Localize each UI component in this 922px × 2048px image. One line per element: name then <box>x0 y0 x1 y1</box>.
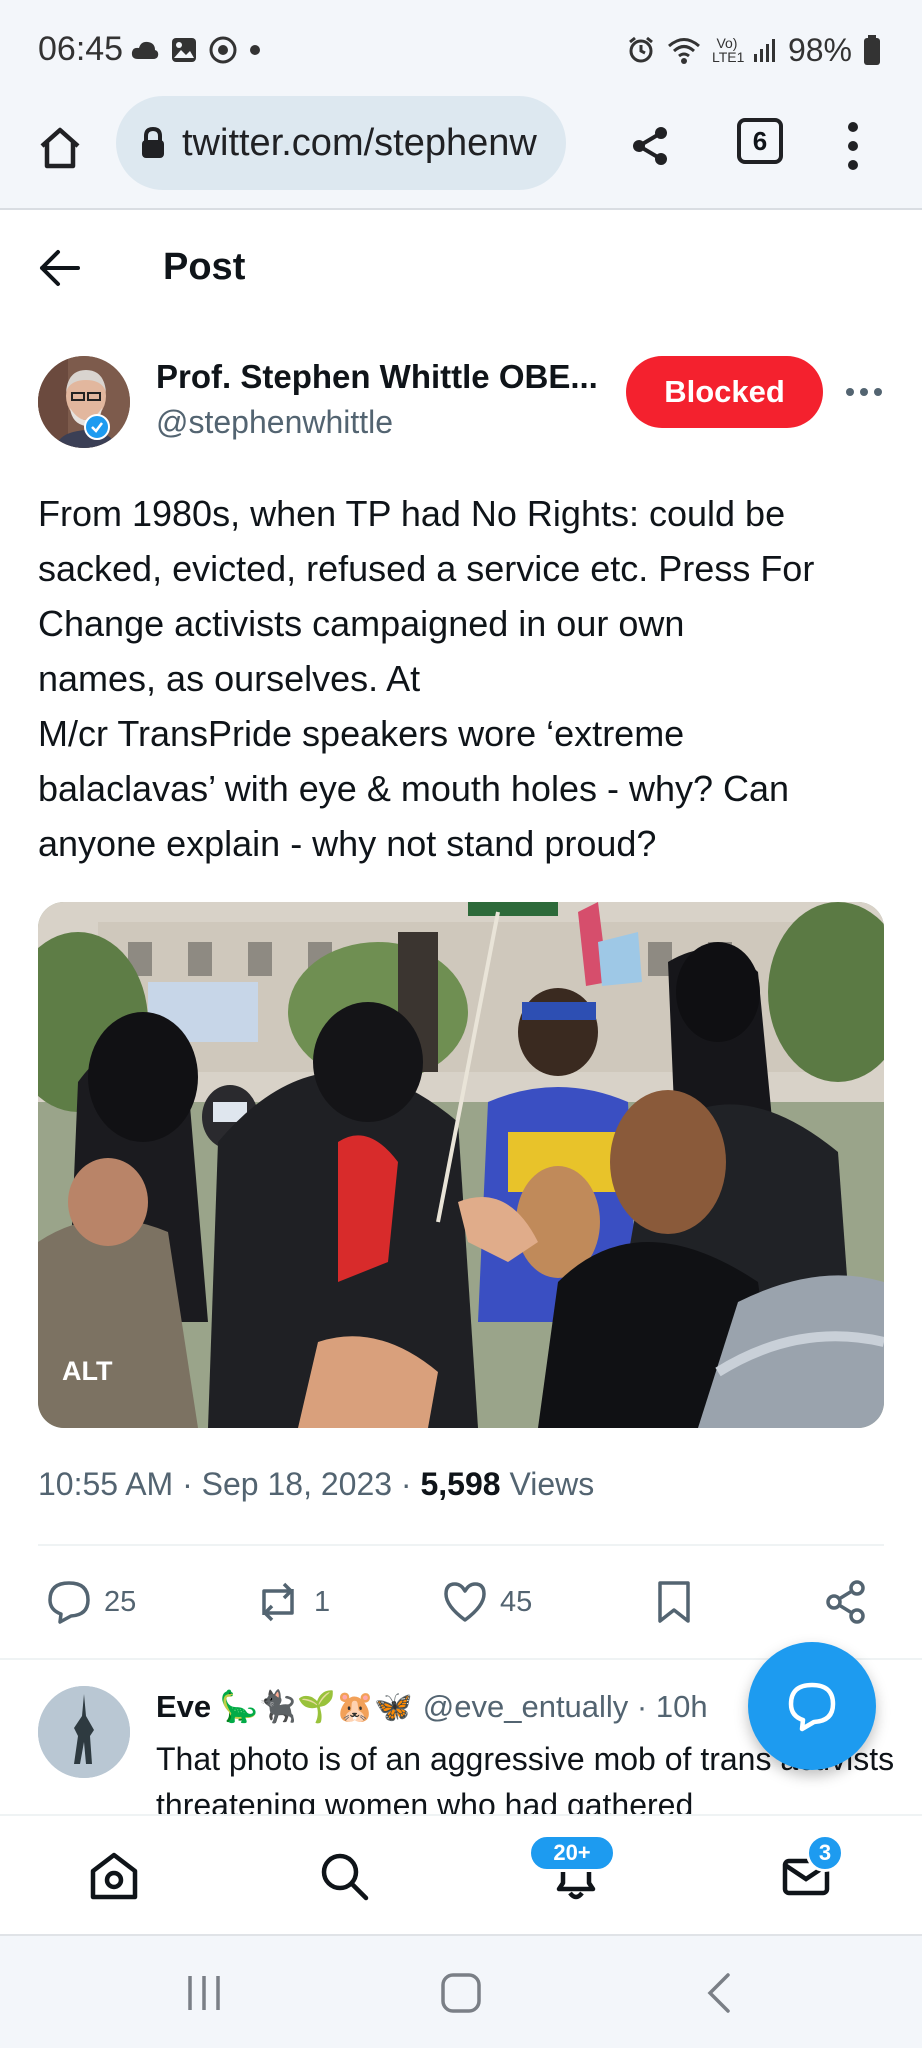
browser-toolbar: twitter.com/stephenw 6 <box>0 94 922 210</box>
tweet-text: From 1980s, when TP had No Rights: could… <box>38 493 815 864</box>
compose-reply-button[interactable] <box>748 1642 876 1770</box>
browser-home-button[interactable] <box>30 118 90 178</box>
status-bar: 06:45 Vo) LTE1 98% <box>0 0 922 94</box>
home-icon <box>90 1852 138 1900</box>
views-count: 5,598 <box>420 1466 501 1502</box>
statue-avatar-image <box>38 1686 130 1778</box>
dot-icon <box>250 45 260 55</box>
battery-icon <box>864 35 880 65</box>
bottom-nav: 20+ 3 <box>0 1814 922 1934</box>
views-label: Views <box>500 1466 595 1502</box>
author-name[interactable]: Prof. Stephen Whittle OBE... <box>156 358 598 396</box>
url-text: twitter.com/stephenw <box>182 121 537 164</box>
repost-icon <box>262 1582 294 1622</box>
cloud-icon <box>131 41 159 59</box>
bookmark-icon <box>658 1581 690 1623</box>
share-nodes-icon <box>633 127 667 165</box>
share-button[interactable] <box>824 1572 868 1632</box>
system-back-icon[interactable] <box>704 1972 734 2014</box>
author-avatar[interactable] <box>38 356 130 448</box>
protest-photo-image <box>38 902 884 1428</box>
status-time: 06:45 <box>38 30 124 68</box>
reply-button[interactable]: 25 <box>46 1572 136 1632</box>
post-header: Post <box>0 212 922 324</box>
avatar-photo <box>38 356 130 448</box>
recent-apps-icon[interactable] <box>184 1974 224 2012</box>
reply-icon <box>48 1581 90 1624</box>
like-count: 45 <box>500 1585 533 1618</box>
messages-badge: 3 <box>806 1834 844 1872</box>
search-icon <box>321 1853 369 1901</box>
tweet-timestamp: 10:55 AM · Sep 18, 2023 · <box>38 1466 421 1502</box>
author-handle[interactable]: @stephenwhittle <box>156 404 393 441</box>
messenger-icon <box>209 36 237 64</box>
back-arrow-icon[interactable] <box>38 248 82 288</box>
share-icon <box>826 1580 865 1624</box>
repost-count: 1 <box>314 1585 331 1618</box>
verified-badge-icon <box>84 414 110 440</box>
browser-share-button[interactable] <box>620 116 680 176</box>
url-bar[interactable]: twitter.com/stephenw <box>116 96 566 190</box>
system-home-icon[interactable] <box>440 1972 482 2014</box>
chat-bubble-icon <box>788 1682 836 1732</box>
network-type: Vo) LTE1 <box>711 35 745 65</box>
browser-menu-button[interactable] <box>838 116 868 176</box>
battery-percent: 98% <box>787 31 852 68</box>
repost-button[interactable]: 1 <box>254 1572 330 1632</box>
like-button[interactable]: 45 <box>442 1572 532 1632</box>
reply-header: Eve 🦕🐈‍⬛🌱🐹🦋 @eve_entually · 10h <box>156 1688 708 1725</box>
tweet-photo[interactable] <box>38 902 884 1428</box>
home-icon <box>40 127 80 169</box>
image-icon <box>172 38 196 62</box>
reply-count: 25 <box>104 1585 137 1618</box>
reply-author-name[interactable]: Eve 🦕🐈‍⬛🌱🐹🦋 <box>156 1688 413 1725</box>
nav-home[interactable] <box>84 1846 144 1906</box>
status-system-icons: Vo) LTE1 98% <box>626 30 882 70</box>
alarm-icon <box>629 36 653 63</box>
page-title: Post <box>163 246 246 288</box>
reply-avatar[interactable] <box>38 1686 130 1778</box>
alt-text-badge[interactable]: ALT <box>62 1356 112 1387</box>
browser-tabs-button[interactable]: 6 <box>737 118 783 164</box>
more-options-icon[interactable] <box>846 388 882 396</box>
bookmark-button[interactable] <box>654 1572 694 1632</box>
blocked-button[interactable]: Blocked <box>626 356 823 428</box>
divider <box>38 1544 884 1546</box>
status-notification-icons <box>130 30 262 70</box>
notifications-badge: 20+ <box>528 1834 616 1872</box>
reply-author-meta[interactable]: @eve_entually · 10h <box>423 1689 708 1725</box>
tweet-meta: 10:55 AM · Sep 18, 2023 · 5,598 Views <box>38 1466 594 1503</box>
signal-icon <box>753 39 775 62</box>
system-navigation-bar <box>0 1934 922 2048</box>
lock-icon <box>142 127 164 158</box>
nav-search[interactable] <box>314 1846 374 1906</box>
wifi-icon <box>667 38 700 64</box>
heart-icon <box>444 1582 486 1622</box>
